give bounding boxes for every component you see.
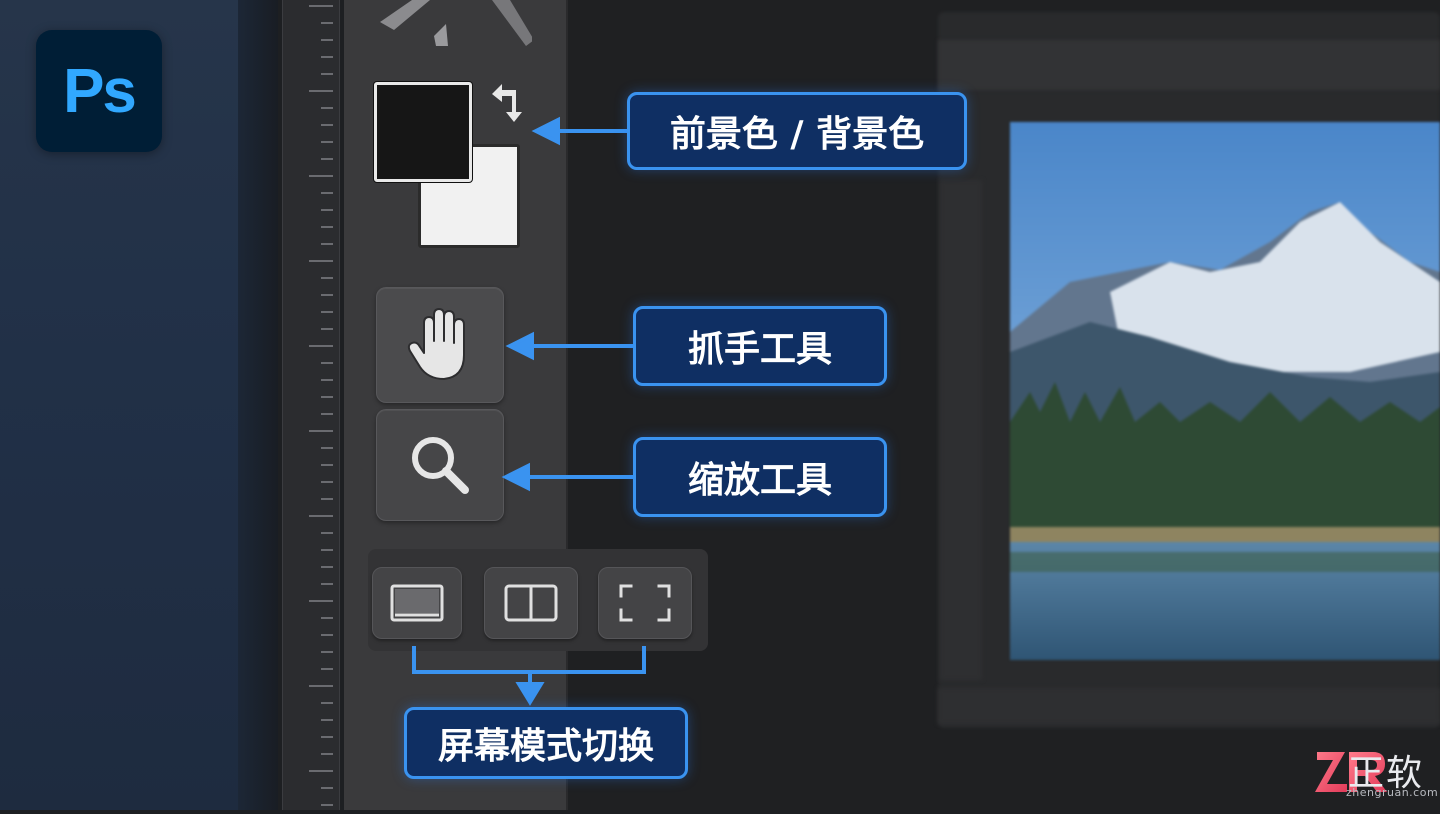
screen-mode-arrowhead bbox=[515, 682, 545, 706]
zoom-arrowhead bbox=[501, 462, 530, 492]
callout-zoom-tool: 缩放工具 bbox=[633, 437, 887, 517]
callout-color-text: 前景色 / 背景色 bbox=[669, 114, 925, 155]
foreground-color-swatch[interactable] bbox=[374, 82, 472, 182]
hand-arrowhead bbox=[505, 331, 534, 361]
callout-hand-tool: 抓手工具 bbox=[633, 306, 887, 386]
color-arrowhead bbox=[531, 116, 560, 146]
callout-zoom-text: 缩放工具 bbox=[687, 460, 832, 501]
screen-mode-bracket bbox=[412, 646, 646, 674]
callout-screen-text: 屏幕模式切换 bbox=[437, 726, 654, 767]
callout-screen-mode: 屏幕模式切换 bbox=[404, 707, 688, 779]
brand-url: zhengruan.com bbox=[1346, 786, 1439, 799]
callout-hand-text: 抓手工具 bbox=[687, 329, 832, 370]
callout-foreground-background-color: 前景色 / 背景色 bbox=[627, 92, 967, 170]
